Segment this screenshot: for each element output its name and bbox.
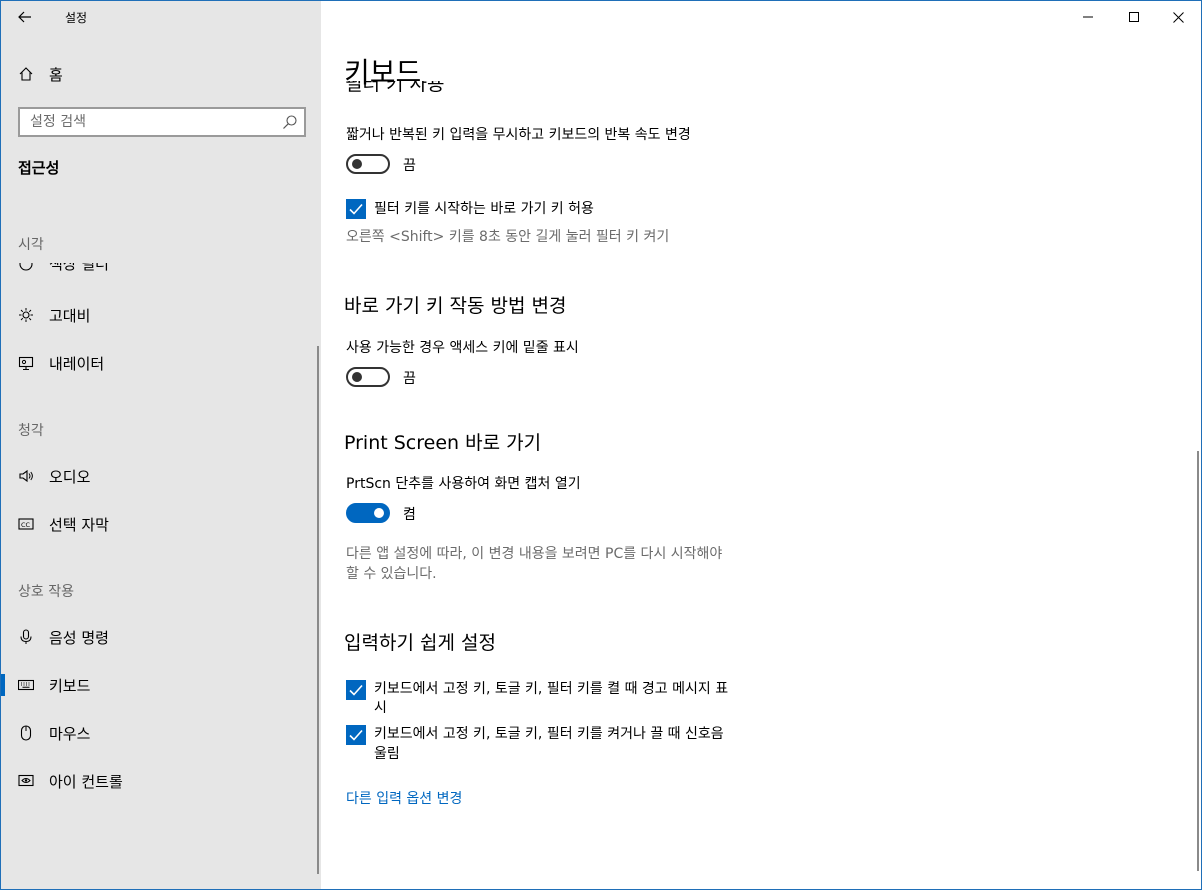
warning-message-checkbox[interactable] <box>346 680 366 700</box>
filter-keys-toggle-state: 끔 <box>403 158 416 174</box>
sidebar-item-label: 색상 필터 <box>49 263 109 273</box>
sidebar-item-label: 홈 <box>49 65 63 84</box>
settings-window: 설정 홈 접근성 시각 색상 필터 고대비 <box>0 0 1202 890</box>
sidebar-section-title: 접근성 <box>18 159 60 177</box>
sidebar-item-narrator[interactable]: 내레이터 <box>1 341 321 385</box>
color-filter-icon <box>17 263 35 273</box>
speaker-icon <box>17 467 35 485</box>
sidebar-item-color-filter[interactable]: 색상 필터 <box>1 263 321 277</box>
search-icon[interactable] <box>282 114 298 130</box>
toggle-knob <box>374 508 384 518</box>
sidebar-item-high-contrast[interactable]: 고대비 <box>1 293 321 337</box>
sidebar-item-label: 키보드 <box>49 676 91 695</box>
checkmark-icon <box>349 684 363 696</box>
group-label-interaction: 상호 작용 <box>18 584 74 600</box>
titlebar-left: 설정 <box>1 1 321 33</box>
filter-keys-heading: 필터 키 사용 <box>345 81 745 101</box>
print-screen-toggle-state: 켬 <box>403 507 416 523</box>
main-scrollbar[interactable] <box>1197 451 1199 871</box>
filter-keys-shortcut-hint: 오른쪽 <Shift> 키를 8초 동안 길게 눌러 필터 키 켜기 <box>346 229 670 245</box>
sound-label-line2: 울림 <box>374 746 400 762</box>
access-key-underline-toggle-state: 끔 <box>403 371 416 387</box>
filter-keys-shortcut-checkbox[interactable] <box>346 199 366 219</box>
checkmark-icon <box>349 203 363 215</box>
access-key-underline-toggle[interactable] <box>346 367 390 387</box>
sidebar-item-label: 음성 명령 <box>49 628 109 647</box>
sidebar-item-mouse[interactable]: 마우스 <box>1 711 321 755</box>
back-arrow-icon <box>18 11 31 23</box>
sidebar-item-label: 선택 자막 <box>49 515 109 534</box>
brightness-icon <box>17 306 35 324</box>
sidebar-item-label: 내레이터 <box>49 354 105 373</box>
sidebar-item-captions[interactable]: CC 선택 자막 <box>1 502 321 546</box>
filter-keys-shortcut-label: 필터 키를 시작하는 바로 가기 키 허용 <box>374 201 594 217</box>
filter-keys-description: 짧거나 반복된 키 입력을 무시하고 키보드의 반복 속도 변경 <box>346 127 691 143</box>
print-screen-hint-line1: 다른 앱 설정에 따라, 이 변경 내용을 보려면 PC를 다시 시작해야 <box>346 546 723 562</box>
access-key-underline-description: 사용 가능한 경우 액세스 키에 밑줄 표시 <box>346 340 579 356</box>
keyboard-icon <box>17 676 35 694</box>
shortcut-section-heading: 바로 가기 키 작동 방법 변경 <box>344 295 567 317</box>
group-label-vision: 시각 <box>18 237 44 253</box>
filter-keys-toggle[interactable] <box>346 154 390 174</box>
sidebar-item-keyboard[interactable]: 키보드 <box>1 663 321 707</box>
sidebar-item-speech[interactable]: 음성 명령 <box>1 615 321 659</box>
easy-typing-heading: 입력하기 쉽게 설정 <box>344 632 496 654</box>
search-input[interactable] <box>20 109 274 135</box>
sidebar-item-label: 고대비 <box>49 306 91 325</box>
sidebar-scrollbar[interactable] <box>317 346 319 874</box>
toggle-knob <box>352 159 362 169</box>
search-box[interactable] <box>18 107 306 137</box>
group-label-hearing: 청각 <box>18 423 44 439</box>
mouse-icon <box>17 724 35 742</box>
toggle-knob <box>352 372 362 382</box>
print-screen-description: PrtScn 단추를 사용하여 화면 캡처 열기 <box>346 476 581 492</box>
sidebar-item-label: 오디오 <box>49 467 91 486</box>
filter-keys-heading-text: 필터 키 사용 <box>345 81 445 95</box>
checkmark-icon <box>349 729 363 741</box>
sidebar-item-eye-control[interactable]: 아이 컨트롤 <box>1 759 321 803</box>
eye-control-icon <box>17 772 35 790</box>
sidebar-item-label: 아이 컨트롤 <box>49 772 123 791</box>
print-screen-hint-line2: 할 수 있습니다. <box>346 566 437 582</box>
narrator-icon <box>17 354 35 372</box>
sidebar-item-label: 마우스 <box>49 724 91 743</box>
warning-message-label-line2: 시 <box>374 700 387 716</box>
sidebar: 설정 홈 접근성 시각 색상 필터 고대비 <box>1 1 321 889</box>
other-input-options-link[interactable]: 다른 입력 옵션 변경 <box>346 788 462 808</box>
microphone-icon <box>17 628 35 646</box>
svg-text:CC: CC <box>21 521 31 529</box>
print-screen-toggle[interactable] <box>346 503 390 523</box>
home-icon <box>17 65 35 83</box>
sidebar-item-audio[interactable]: 오디오 <box>1 454 321 498</box>
warning-message-label-line1: 키보드에서 고정 키, 토글 키, 필터 키를 켤 때 경고 메시지 표 <box>374 681 729 697</box>
app-title: 설정 <box>65 11 88 25</box>
back-button[interactable] <box>13 5 37 29</box>
main-content: 키보드 필터 키 사용 짧거나 반복된 키 입력을 무시하고 키보드의 반복 속… <box>321 1 1201 889</box>
captions-icon: CC <box>17 515 35 533</box>
sound-label-line1: 키보드에서 고정 키, 토글 키, 필터 키를 켜거나 끌 때 신호음 <box>374 726 724 742</box>
sound-checkbox[interactable] <box>346 725 366 745</box>
sidebar-item-home[interactable]: 홈 <box>1 52 321 96</box>
print-screen-heading: Print Screen 바로 가기 <box>344 432 542 454</box>
